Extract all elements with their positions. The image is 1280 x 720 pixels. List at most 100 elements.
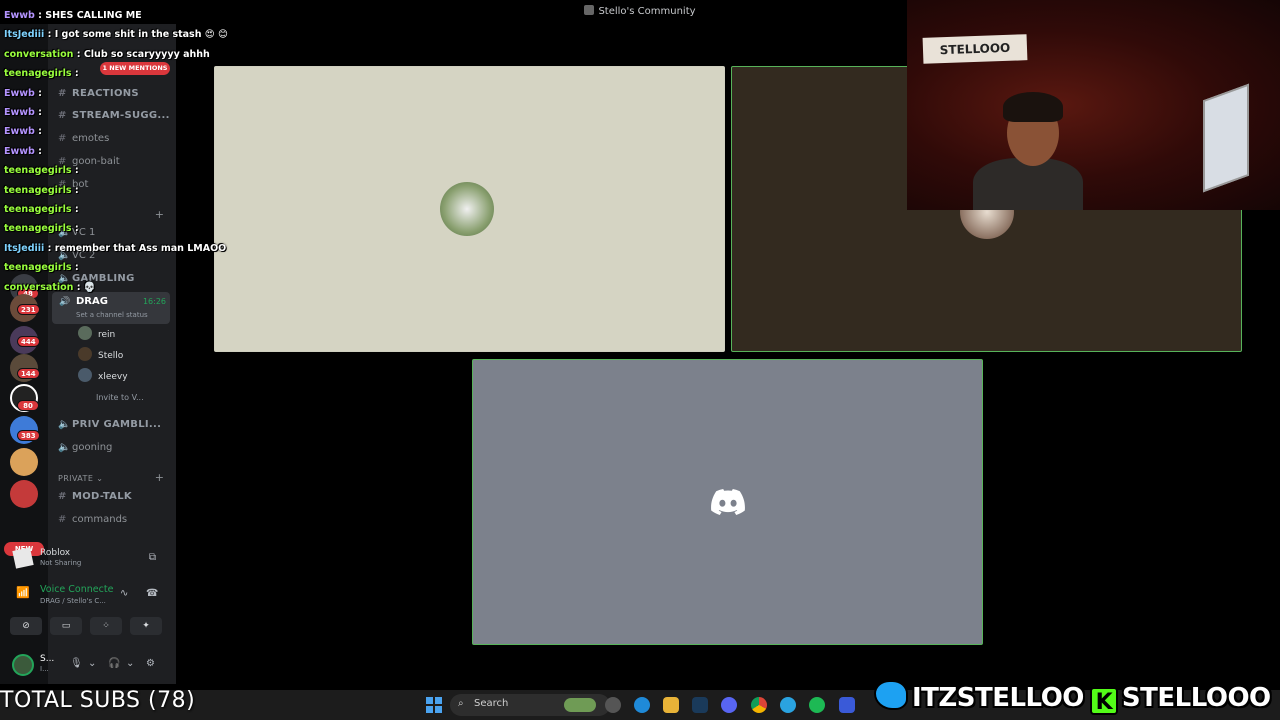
discord-logo-icon bbox=[710, 489, 745, 515]
edge-icon[interactable] bbox=[634, 697, 650, 713]
video-tile-rein[interactable] bbox=[214, 66, 725, 352]
unread-badge: 80 bbox=[17, 400, 39, 411]
voice-channel-vc1[interactable]: 🔈 VC 1 bbox=[58, 224, 172, 242]
search-highlight-icon bbox=[564, 698, 596, 712]
create-channel-icon[interactable]: + bbox=[155, 471, 164, 484]
channel-label: emotes bbox=[72, 133, 110, 144]
chevron-down-icon[interactable]: ⌄ bbox=[126, 658, 134, 669]
voice-member[interactable]: Stello bbox=[78, 347, 123, 365]
new-mentions-pill[interactable]: 1 NEW MENTIONS bbox=[100, 62, 170, 75]
chevron-down-icon[interactable]: ⌄ bbox=[88, 658, 96, 669]
channel-label: DRAG bbox=[76, 296, 108, 307]
voice-channel-vc2[interactable]: 🔈 VC 2 bbox=[58, 247, 172, 265]
steam-icon[interactable] bbox=[692, 697, 708, 713]
channel-goon-bait[interactable]: # goon-bait bbox=[58, 153, 172, 171]
channel-stream-sugg[interactable]: # STREAM-SUGG... bbox=[58, 107, 172, 125]
channel-bot[interactable]: # bot bbox=[58, 176, 172, 194]
windows-start-icon[interactable] bbox=[426, 697, 442, 713]
speaker-icon: 🔈 bbox=[58, 250, 71, 261]
user-status: I... bbox=[40, 665, 49, 673]
unread-badge: 231 bbox=[17, 304, 40, 315]
channel-label: PRIV GAMBLI... bbox=[72, 419, 162, 430]
discord-icon[interactable] bbox=[721, 697, 737, 713]
hash-icon: # bbox=[58, 179, 67, 190]
channel-emotes[interactable]: # emotes bbox=[58, 130, 172, 148]
unread-badge: 383 bbox=[17, 430, 40, 441]
voice-channel-gooning[interactable]: 🔈 gooning bbox=[58, 439, 172, 457]
channel-label: MOD-TALK bbox=[72, 491, 132, 502]
speaker-icon: 🔈 bbox=[58, 442, 71, 453]
file-explorer-icon[interactable] bbox=[663, 697, 679, 713]
avatar bbox=[78, 326, 92, 340]
speaker-icon: 🔈 bbox=[58, 419, 71, 430]
set-channel-status[interactable]: Set a channel status bbox=[76, 311, 148, 319]
social-handles-overlay: ITZSTELLOO K STELLOOO bbox=[874, 680, 1271, 718]
activity-panel: Roblox Not Sharing ⧉ bbox=[6, 544, 170, 572]
noise-suppression-icon[interactable]: ∿ bbox=[120, 588, 128, 599]
camera-off-button[interactable]: ⊘ bbox=[10, 617, 42, 635]
voice-member[interactable]: xleevy bbox=[78, 368, 128, 386]
channel-label: goon-bait bbox=[72, 156, 120, 167]
speaker-icon: 🔈 bbox=[58, 273, 71, 284]
hash-icon: # bbox=[58, 491, 67, 502]
voice-member[interactable]: rein bbox=[78, 326, 115, 344]
voice-channel-priv-gambli[interactable]: 🔈PRIV GAMBLI... bbox=[58, 416, 172, 434]
channel-label: VC 1 bbox=[72, 227, 96, 238]
hash-icon: # bbox=[58, 88, 67, 99]
username: S... bbox=[40, 654, 55, 664]
kick-logo-icon: K bbox=[1089, 687, 1118, 715]
activity-status: Not Sharing bbox=[40, 559, 82, 567]
voice-member-name: rein bbox=[98, 330, 116, 340]
search-label: Search bbox=[474, 698, 509, 709]
channel-reactions[interactable]: # REACTIONS bbox=[58, 85, 172, 103]
channel-label: gooning bbox=[72, 442, 113, 453]
soundboard-button[interactable]: ✦ bbox=[130, 617, 162, 635]
channel-label: bot bbox=[72, 179, 89, 190]
microphone-icon[interactable]: 🎙 bbox=[70, 658, 83, 669]
headphones-icon[interactable]: 🎧 bbox=[108, 658, 120, 669]
spotify-icon[interactable] bbox=[809, 697, 825, 713]
webcam-overlay: STELLOOO bbox=[907, 0, 1280, 210]
search-icon: ⌕ bbox=[458, 698, 464, 709]
screen-share-button[interactable]: ▭ bbox=[50, 617, 82, 635]
signal-icon[interactable]: 📶 bbox=[16, 586, 30, 599]
channel-label: REACTIONS bbox=[72, 88, 139, 99]
server-icon bbox=[584, 5, 595, 15]
hash-icon: # bbox=[58, 156, 67, 167]
app-icon[interactable] bbox=[839, 697, 855, 713]
invite-to-voice[interactable]: Invite to V... bbox=[96, 389, 144, 407]
video-tile-xleevy[interactable] bbox=[472, 359, 983, 645]
taskbar-search[interactable]: ⌕ Search bbox=[450, 694, 610, 716]
computer-tower bbox=[1203, 83, 1249, 193]
gear-icon[interactable]: ⚙ bbox=[146, 658, 155, 669]
avatar bbox=[78, 347, 92, 361]
hash-icon: # bbox=[58, 133, 67, 144]
kick-handle: STELLOOO bbox=[1121, 683, 1271, 713]
share-screen-icon[interactable]: ⧉ bbox=[149, 552, 156, 563]
channel-mod-talk[interactable]: # MOD-TALK bbox=[58, 488, 172, 506]
window-title-text: Stello's Community bbox=[598, 6, 696, 17]
disconnect-icon[interactable]: ☎ bbox=[146, 588, 158, 599]
voice-status[interactable]: Voice Connecte bbox=[40, 584, 113, 595]
voice-timer: 16:26 bbox=[142, 297, 166, 306]
avatar[interactable] bbox=[12, 654, 34, 676]
channel-label: VC 2 bbox=[72, 250, 96, 261]
activity-app: Roblox bbox=[40, 548, 71, 558]
channel-label: commands bbox=[72, 514, 128, 525]
voice-channel-drag[interactable]: 🔊 DRAG 16:26 Set a channel status bbox=[52, 292, 170, 324]
task-view-icon[interactable] bbox=[605, 697, 621, 713]
voice-connected-panel: 📶 Voice Connecte DRAG / Stello's C... ∿ … bbox=[6, 580, 170, 614]
hash-icon: # bbox=[58, 514, 67, 525]
channel-commands[interactable]: # commands bbox=[58, 511, 172, 529]
telegram-icon[interactable] bbox=[780, 697, 796, 713]
chrome-icon[interactable] bbox=[751, 697, 767, 713]
roblox-icon bbox=[12, 547, 34, 569]
create-channel-icon[interactable]: + bbox=[155, 208, 164, 221]
server-icon[interactable] bbox=[10, 448, 38, 476]
voice-member-name: xleevy bbox=[98, 372, 128, 382]
activities-button[interactable]: ⁘ bbox=[90, 617, 122, 635]
avatar bbox=[440, 182, 494, 236]
voice-channel-gambling[interactable]: 🔈GAMBLING bbox=[58, 270, 172, 288]
server-icon[interactable] bbox=[10, 480, 38, 508]
category-private[interactable]: PRIVATE ⌄ bbox=[58, 474, 103, 483]
